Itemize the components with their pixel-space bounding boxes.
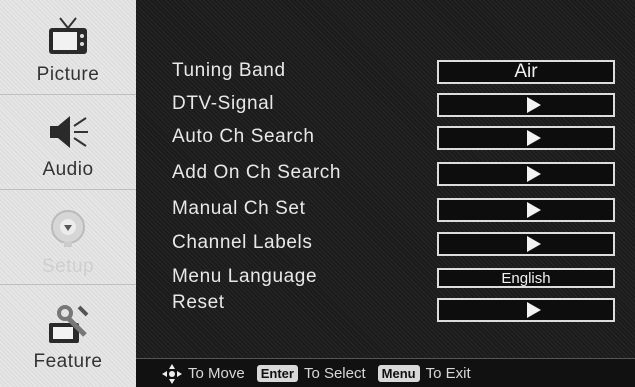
menu-row-channel-labels[interactable]: Channel Labels [136, 230, 635, 260]
tuning-band-value[interactable]: Air [437, 60, 615, 84]
menu-key-badge: Menu [377, 365, 420, 382]
enter-submenu-button[interactable] [437, 198, 615, 222]
help-move-text: To Move [188, 365, 245, 382]
sidebar-item-label: Feature [33, 351, 103, 372]
menu-row-label: DTV-Signal [172, 93, 275, 114]
arrow-right-icon [527, 302, 541, 318]
sidebar-item-label: Audio [42, 159, 94, 180]
menu-row-label: Manual Ch Set [172, 198, 306, 219]
enter-submenu-button[interactable] [437, 126, 615, 150]
tv-osd-screen: Picture Audio Setup Feature Tuning Band … [0, 0, 635, 387]
speaker-icon [38, 105, 98, 159]
help-select-text: To Select [303, 365, 366, 382]
enter-submenu-button[interactable] [437, 162, 615, 186]
menu-row-label: Auto Ch Search [172, 126, 315, 147]
value-text: Air [514, 61, 538, 82]
arrow-right-icon [527, 236, 541, 252]
menu-row-label: Channel Labels [172, 232, 313, 253]
menu-row-label: Tuning Band [172, 60, 286, 81]
sidebar-item-audio[interactable]: Audio [0, 95, 136, 190]
sidebar-item-setup[interactable]: Setup [0, 190, 136, 285]
help-exit-text: To Exit [425, 365, 471, 382]
arrow-right-icon [527, 97, 541, 113]
navigation-arrows-icon [162, 363, 182, 384]
menu-row-reset[interactable]: Reset [136, 292, 635, 326]
menu-row-label: Menu Language [172, 266, 318, 287]
setup-menu-panel: Tuning Band Air DTV-Signal Auto Ch Searc… [136, 0, 635, 387]
sidebar-item-picture[interactable]: Picture [0, 0, 136, 95]
arrow-right-icon [527, 130, 541, 146]
menu-row-menu-language[interactable]: Menu Language English [136, 264, 635, 294]
help-bar: To Move Enter To Select Menu To Exit [136, 358, 635, 387]
arrow-right-icon [527, 202, 541, 218]
dish-icon [38, 202, 98, 256]
sidebar-item-feature[interactable]: Feature [0, 285, 136, 387]
category-sidebar: Picture Audio Setup Feature [0, 0, 136, 387]
tv-icon [38, 10, 98, 64]
menu-row-manual-ch-set[interactable]: Manual Ch Set [136, 196, 635, 226]
arrow-right-icon [527, 166, 541, 182]
menu-row-tuning-band[interactable]: Tuning Band Air [136, 58, 635, 88]
menu-row-label: Reset [172, 292, 225, 313]
enter-submenu-button[interactable] [437, 298, 615, 322]
enter-submenu-button[interactable] [437, 232, 615, 256]
value-text: English [501, 269, 551, 287]
menu-row-add-on-ch-search[interactable]: Add On Ch Search [136, 160, 635, 190]
menu-language-value[interactable]: English [437, 268, 615, 288]
menu-row-dtv-signal[interactable]: DTV-Signal [136, 91, 635, 121]
menu-row-label: Add On Ch Search [172, 162, 342, 183]
enter-submenu-button[interactable] [437, 93, 615, 117]
menu-row-auto-ch-search[interactable]: Auto Ch Search [136, 124, 635, 154]
sidebar-item-label: Setup [41, 256, 95, 277]
enter-key-badge: Enter [256, 365, 298, 382]
sidebar-item-label: Picture [36, 64, 100, 85]
tools-icon [38, 297, 98, 351]
